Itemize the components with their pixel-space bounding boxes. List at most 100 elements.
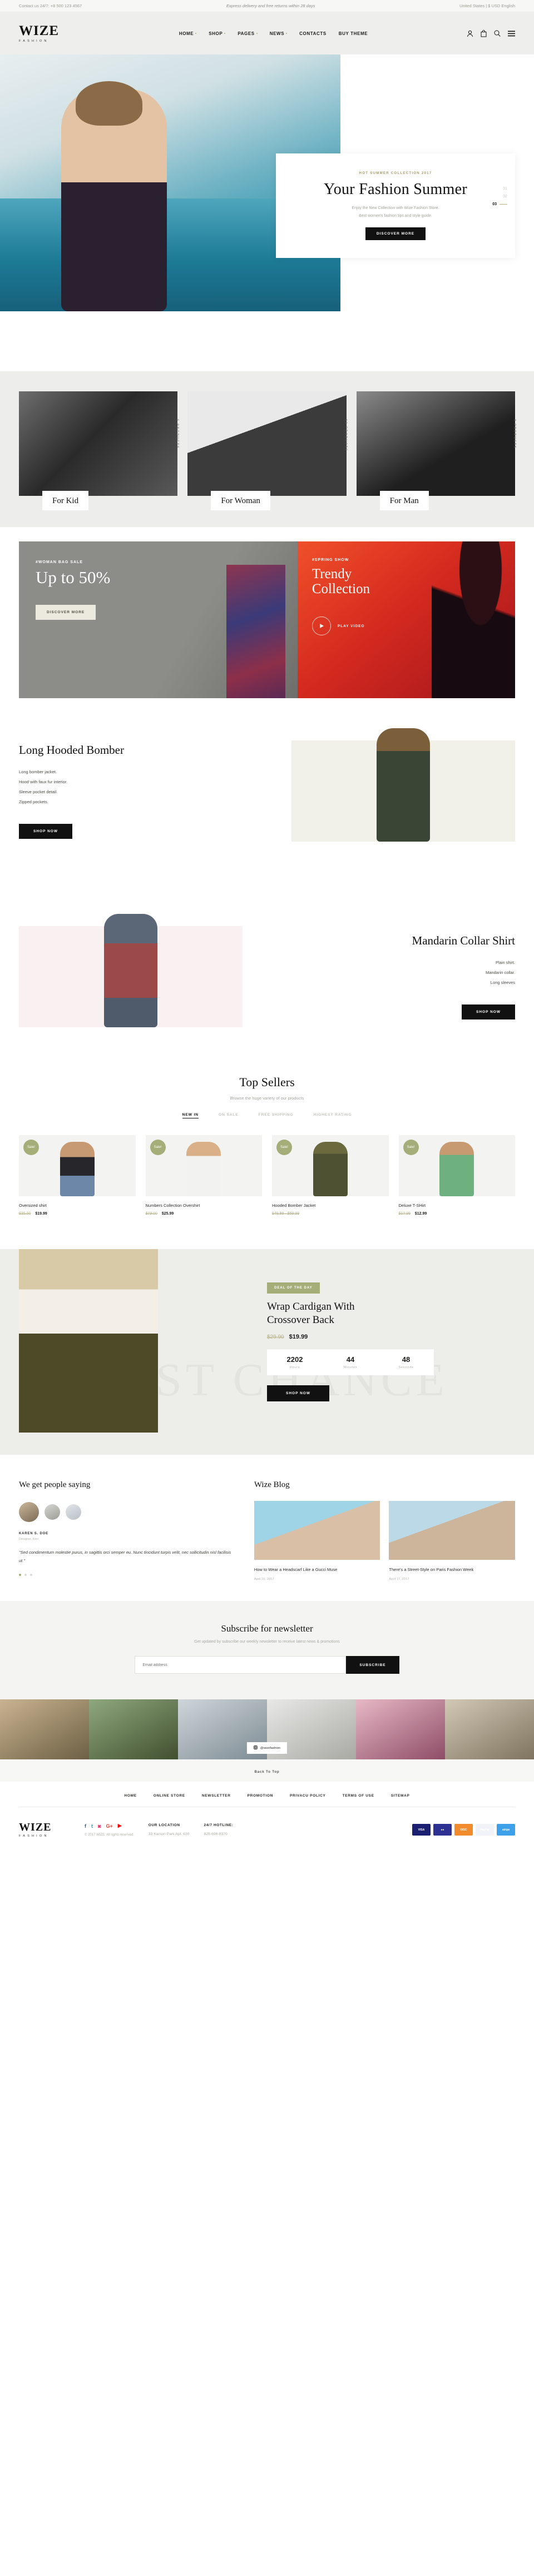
testimonials-title: We get people saying bbox=[19, 1480, 91, 1489]
cart-icon[interactable] bbox=[481, 29, 487, 37]
shop-now-button[interactable]: SHOP NOW bbox=[19, 824, 72, 839]
product-card[interactable]: Sale! Hooded Bomber Jacket $49.99 - $59.… bbox=[272, 1135, 389, 1216]
avatar[interactable] bbox=[44, 1504, 60, 1520]
feature-bullet: Zipped pockets. bbox=[19, 799, 48, 804]
back-to-top-label[interactable]: Back To Top bbox=[254, 1770, 279, 1774]
instagram-photo[interactable] bbox=[0, 1699, 89, 1759]
logo[interactable]: WIZE FASHION bbox=[19, 24, 80, 43]
promo-discover-button[interactable]: DISCOVER MORE bbox=[36, 605, 96, 620]
facebook-icon[interactable]: f bbox=[85, 1823, 86, 1829]
footer-link-sitemap[interactable]: SITEMAP bbox=[391, 1794, 410, 1798]
footer-logo[interactable]: WIZE FASHION bbox=[19, 1822, 70, 1838]
header-icons bbox=[467, 29, 515, 37]
search-icon[interactable] bbox=[494, 30, 501, 37]
instagram-photo[interactable] bbox=[445, 1699, 534, 1759]
promo-heading-line2: Collection bbox=[312, 581, 370, 596]
footer-link-privacy-policy[interactable]: PRIVACU POLICY bbox=[290, 1794, 326, 1798]
account-icon[interactable] bbox=[467, 30, 473, 37]
subscribe-button[interactable]: SUBSCRIBE bbox=[346, 1656, 399, 1674]
product-name: Hooded Bomber Jacket bbox=[272, 1203, 316, 1208]
copyright-text: © 2017 WIZE. All rights reserved. bbox=[85, 1833, 134, 1837]
category-card-kid[interactable]: 5 PRODUCTS For Kid bbox=[19, 391, 179, 510]
footer-link-promotion[interactable]: PROMOTION bbox=[248, 1794, 273, 1798]
shop-now-button[interactable]: SHOP NOW bbox=[462, 1004, 515, 1020]
feature-bullet: Long bomber jacket. bbox=[19, 769, 57, 774]
footer-link-newsletter[interactable]: NEWSLETTER bbox=[202, 1794, 231, 1798]
nav-item-news[interactable]: NEWS bbox=[270, 31, 288, 36]
instagram-handle-button[interactable]: @wizefashion bbox=[246, 1742, 288, 1754]
category-card-man[interactable]: 3 PRODUCTS For Man bbox=[356, 391, 516, 510]
nav-item-shop[interactable]: SHOP bbox=[209, 31, 226, 36]
footer-nav: HOME ONLINE STORE NEWSLETTER PROMOTION P… bbox=[0, 1782, 534, 1807]
menu-icon[interactable] bbox=[508, 31, 515, 37]
product-price: $35.00 $19.99 bbox=[19, 1212, 136, 1216]
nav-item-home[interactable]: HOME bbox=[179, 31, 197, 36]
feature-bullet: Plain shirt. bbox=[495, 960, 515, 965]
pager-dot[interactable] bbox=[24, 1574, 27, 1577]
youtube-icon[interactable]: ▶ bbox=[118, 1823, 122, 1829]
google-plus-icon[interactable]: G+ bbox=[106, 1823, 112, 1829]
hero-model bbox=[61, 81, 167, 311]
pager-dot[interactable] bbox=[30, 1574, 32, 1577]
feature-image bbox=[19, 914, 243, 1027]
promo-sale-banner[interactable]: #WOMAN BAG SALE Up to 50% DISCOVER MORE bbox=[19, 541, 298, 698]
visa-icon: VISA bbox=[412, 1824, 431, 1836]
blog-post[interactable]: There's a Street-Style on Paris Fashion … bbox=[389, 1501, 515, 1581]
filter-new-in[interactable]: NEW IN bbox=[182, 1113, 199, 1118]
instagram-photo[interactable] bbox=[356, 1699, 445, 1759]
category-image bbox=[187, 391, 347, 496]
testimonial-pager[interactable] bbox=[19, 1574, 232, 1577]
play-icon[interactable] bbox=[312, 616, 331, 635]
blog-post-date: April 16, 2017 bbox=[254, 1578, 274, 1581]
nav-item-pages[interactable]: PAGES bbox=[238, 31, 258, 36]
discover-more-button[interactable]: DISCOVER MORE bbox=[365, 227, 426, 240]
hero-card: HOT SUMMER COLLECTION 2017 Your Fashion … bbox=[276, 153, 515, 258]
locale-selector[interactable]: United States | $ USD English bbox=[459, 3, 515, 8]
filter-free-shipping[interactable]: FREE SHIPPING bbox=[259, 1113, 294, 1118]
instagram-icon[interactable]: ◙ bbox=[98, 1823, 101, 1829]
promo-video-banner[interactable]: #SPRING SHOW Trendy Collection PLAY VIDE… bbox=[297, 541, 515, 698]
testimonials-column: We get people saying KAREN S. DOE Design… bbox=[19, 1480, 232, 1581]
nav-item-buy-theme[interactable]: BUY THEME bbox=[339, 31, 368, 36]
category-card-woman[interactable]: 13 PRODUCTS For Woman bbox=[187, 391, 348, 510]
shipping-text: Express delivery and free returns within… bbox=[226, 3, 315, 8]
back-to-top-bar[interactable]: Back To Top bbox=[0, 1759, 534, 1782]
testimonial-quote: "Sed condimentum molestie purus, in sagi… bbox=[19, 1550, 231, 1563]
filter-on-sale[interactable]: ON SALE bbox=[219, 1113, 239, 1118]
product-card[interactable]: Sale! Oversized shirt $35.00 $19.99 bbox=[19, 1135, 136, 1216]
instagram-photo[interactable] bbox=[89, 1699, 178, 1759]
filter-highest-rating[interactable]: HIGHEST RATING bbox=[314, 1113, 352, 1118]
avatar[interactable] bbox=[66, 1504, 81, 1520]
product-new-price: $19.99 bbox=[35, 1212, 47, 1216]
newsletter-section: Subscribe for newsletter Get updated by … bbox=[0, 1601, 534, 1699]
hero-pager-item-1[interactable]: 01 bbox=[492, 187, 507, 191]
mastercard-icon: ●● bbox=[433, 1824, 452, 1836]
site-header: WIZE FASHION HOME SHOP PAGES NEWS CONTAC… bbox=[0, 12, 534, 54]
nav-item-contacts[interactable]: CONTACTS bbox=[299, 31, 327, 36]
feature-bomber: Long Hooded Bomber Long bomber jacket. H… bbox=[0, 698, 534, 884]
product-price: $17.99 $12.99 bbox=[399, 1212, 516, 1216]
product-card[interactable]: Sale! Numbers Collection Overshirt $79.0… bbox=[145, 1135, 263, 1216]
footer-link-home[interactable]: HOME bbox=[124, 1794, 136, 1798]
blog-post[interactable]: How to Wear a Headscarf Like a Gucci Mus… bbox=[254, 1501, 380, 1581]
avatar[interactable] bbox=[19, 1502, 39, 1522]
email-input[interactable] bbox=[135, 1656, 347, 1674]
product-card[interactable]: Sale! Deluxe T-SHirt $17.99 $12.99 bbox=[398, 1135, 516, 1216]
pager-dot[interactable] bbox=[19, 1574, 21, 1577]
hero-pager-item-3[interactable]: 03 bbox=[492, 202, 507, 206]
blog-post-image bbox=[254, 1501, 380, 1560]
product-price: $79.00 $25.99 bbox=[146, 1212, 263, 1216]
deal-shop-now-button[interactable]: SHOP NOW bbox=[267, 1385, 329, 1401]
footer-link-online-store[interactable]: ONLINE STORE bbox=[154, 1794, 185, 1798]
footer-location-block: OUR LOCATION 33 Karson Park Apt. 630 bbox=[149, 1823, 190, 1836]
location-label: OUR LOCATION bbox=[148, 1823, 180, 1827]
hero-pager-item-2[interactable]: 02 bbox=[492, 195, 507, 198]
category-image bbox=[19, 391, 178, 496]
play-video-row[interactable]: PLAY VIDEO bbox=[312, 616, 501, 635]
product-shirt-image bbox=[103, 914, 157, 1027]
twitter-icon[interactable]: t bbox=[91, 1823, 93, 1829]
contact-text: Contact us 24/7: +8 500 123 4567 bbox=[19, 3, 82, 8]
hero-subtitle-line1: Enjoy the New Collection with Wize Fashi… bbox=[352, 206, 439, 211]
footer-link-terms-of-use[interactable]: TERMS OF USE bbox=[343, 1794, 374, 1798]
stripe-icon: stripe bbox=[497, 1824, 515, 1836]
